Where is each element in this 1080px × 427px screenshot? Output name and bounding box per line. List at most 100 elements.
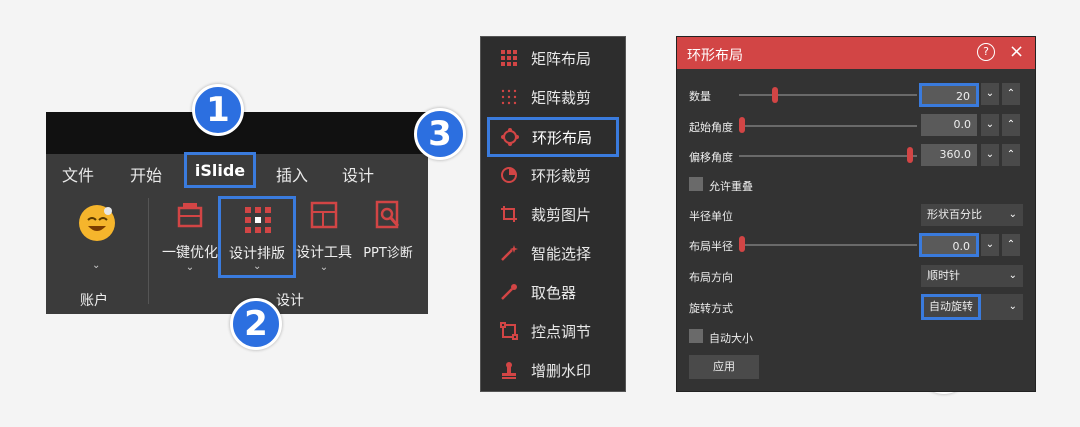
ring-layout-icon <box>500 127 520 147</box>
count-increment-button[interactable]: ⌃ <box>1002 83 1020 105</box>
menu-item-label: 智能选择 <box>531 244 592 263</box>
menu-item-matrix-crop[interactable]: 矩阵裁剪 <box>481 78 625 116</box>
radius-unit-label: 半径单位 <box>689 210 733 223</box>
radius-increment-button[interactable]: ⌃ <box>1002 234 1020 256</box>
avatar-emoji-icon[interactable] <box>76 202 118 244</box>
menu-item-label: 矩阵裁剪 <box>531 88 592 107</box>
chevron-down-icon[interactable]: ⌄ <box>292 262 356 273</box>
group-separator <box>148 198 149 304</box>
ppt-diagnose-button[interactable]: PPT诊断 <box>356 200 420 261</box>
start-angle-slider-track[interactable] <box>739 125 917 127</box>
radius-label: 布局半径 <box>689 240 733 253</box>
auto-size-label: 自动大小 <box>709 332 753 345</box>
rotation-value: 自动旋转 <box>921 294 981 320</box>
eyedropper-icon <box>499 282 519 302</box>
count-decrement-button[interactable]: ⌄ <box>981 83 999 105</box>
group-label: 设计 <box>276 293 304 309</box>
radius-input[interactable]: 0.0 <box>919 233 979 257</box>
direction-value: 顺时针 <box>927 269 960 282</box>
start-angle-input[interactable]: 0.0 <box>921 114 977 136</box>
menu-item-crop-image[interactable]: 裁剪图片 <box>481 195 625 233</box>
allow-overlap-checkbox[interactable] <box>689 177 703 191</box>
count-slider-knob[interactable] <box>772 87 778 103</box>
optimize-icon <box>175 200 205 230</box>
crop-image-icon <box>499 204 519 224</box>
radius-slider-knob[interactable] <box>739 236 745 252</box>
tab-file[interactable]: 文件 <box>62 162 94 186</box>
rotation-label: 旋转方式 <box>689 302 733 315</box>
dialog-title-bar: 环形布局 ? × <box>677 37 1035 69</box>
offset-angle-slider-track[interactable] <box>739 155 917 157</box>
menu-item-handle-adjust[interactable]: 控点调节 <box>481 312 625 350</box>
radius-decrement-button[interactable]: ⌄ <box>981 234 999 256</box>
radius-unit-value: 形状百分比 <box>927 208 982 221</box>
offset-angle-slider-knob[interactable] <box>907 147 913 163</box>
help-icon[interactable]: ? <box>977 43 995 61</box>
menu-item-label: 控点调节 <box>531 322 592 341</box>
menu-item-label: 环形布局 <box>532 128 593 147</box>
design-tools-label: 设计工具 <box>296 245 352 261</box>
ribbon-panel: 文件 开始 iSlide 插入 设计 ⌄ 账户 一键优化 ⌄ 设计排版 ⌄ 设计… <box>46 112 428 314</box>
menu-item-label: 矩阵布局 <box>531 49 592 68</box>
matrix-layout-icon <box>499 48 519 68</box>
menu-item-watermark[interactable]: 增删水印 <box>481 351 625 389</box>
dialog-title: 环形布局 <box>687 48 743 64</box>
watermark-icon <box>499 360 519 380</box>
auto-size-checkbox[interactable] <box>689 329 703 343</box>
tab-insert[interactable]: 插入 <box>276 162 308 186</box>
count-input[interactable]: 20 <box>919 83 979 107</box>
rotation-select[interactable]: 自动旋转 ⌄ <box>921 294 1023 320</box>
magic-select-icon <box>499 243 519 263</box>
menu-item-label: 取色器 <box>531 283 577 302</box>
ring-crop-icon <box>499 165 519 185</box>
account-label: 账户 <box>80 293 108 309</box>
matrix-crop-icon <box>499 87 519 107</box>
allow-overlap-label: 允许重叠 <box>709 180 753 193</box>
count-slider-track[interactable] <box>739 94 917 96</box>
start-angle-decrement-button[interactable]: ⌄ <box>981 114 999 136</box>
apply-button[interactable]: 应用 <box>689 355 759 379</box>
menu-item-label: 环形裁剪 <box>531 166 592 185</box>
tab-home[interactable]: 开始 <box>130 162 162 186</box>
offset-angle-decrement-button[interactable]: ⌄ <box>981 144 999 166</box>
chevron-down-icon: ⌄ <box>1008 270 1017 281</box>
start-angle-label: 起始角度 <box>689 121 733 134</box>
menu-item-label: 裁剪图片 <box>531 205 592 224</box>
chevron-down-icon[interactable]: ⌄ <box>92 260 100 271</box>
start-angle-increment-button[interactable]: ⌃ <box>1002 114 1020 136</box>
islide-menu: 矩阵布局 矩阵裁剪 环形布局 环形裁剪 裁剪图片 智能选择 取色器 控点调节 增… <box>480 36 626 392</box>
one-click-optimize-label: 一键优化 <box>162 245 218 261</box>
design-layout-button[interactable]: 设计排版 ⌄ <box>218 196 296 278</box>
step-badge-3: 3 <box>414 108 466 160</box>
radius-unit-select[interactable]: 形状百分比 ⌄ <box>921 204 1023 226</box>
handle-adjust-icon <box>499 321 519 341</box>
tab-design[interactable]: 设计 <box>342 162 374 186</box>
chevron-down-icon: ⌄ <box>1008 301 1017 312</box>
design-tools-button[interactable]: 设计工具 ⌄ <box>292 200 356 273</box>
menu-item-matrix-layout[interactable]: 矩阵布局 <box>481 39 625 77</box>
chevron-down-icon[interactable]: ⌄ <box>158 262 222 273</box>
direction-label: 布局方向 <box>689 271 733 284</box>
chevron-down-icon: ⌄ <box>1008 209 1017 220</box>
start-angle-slider-knob[interactable] <box>739 117 745 133</box>
chevron-down-icon[interactable]: ⌄ <box>253 261 261 272</box>
offset-angle-increment-button[interactable]: ⌃ <box>1002 144 1020 166</box>
menu-item-smart-select[interactable]: 智能选择 <box>481 234 625 272</box>
radius-slider-track[interactable] <box>739 244 917 246</box>
offset-angle-label: 偏移角度 <box>689 151 733 164</box>
count-label: 数量 <box>689 90 711 103</box>
grid-layout-icon <box>243 205 273 235</box>
tab-islide[interactable]: iSlide <box>184 152 256 188</box>
menu-item-label: 增删水印 <box>531 361 592 380</box>
design-layout-label: 设计排版 <box>229 246 285 262</box>
menu-item-ring-crop[interactable]: 环形裁剪 <box>481 156 625 194</box>
direction-select[interactable]: 顺时针 ⌄ <box>921 265 1023 287</box>
diagnose-icon <box>373 200 403 230</box>
ring-layout-dialog: 环形布局 ? × 数量 20 ⌄ ⌃ 起始角度 0.0 ⌄ ⌃ 偏移角度 360… <box>676 36 1036 392</box>
close-icon[interactable]: × <box>1009 41 1024 62</box>
step-badge-1: 1 <box>192 84 244 136</box>
menu-item-eyedropper[interactable]: 取色器 <box>481 273 625 311</box>
menu-item-ring-layout[interactable]: 环形布局 <box>487 117 619 157</box>
offset-angle-input[interactable]: 360.0 <box>921 144 977 166</box>
one-click-optimize-button[interactable]: 一键优化 ⌄ <box>158 200 222 273</box>
